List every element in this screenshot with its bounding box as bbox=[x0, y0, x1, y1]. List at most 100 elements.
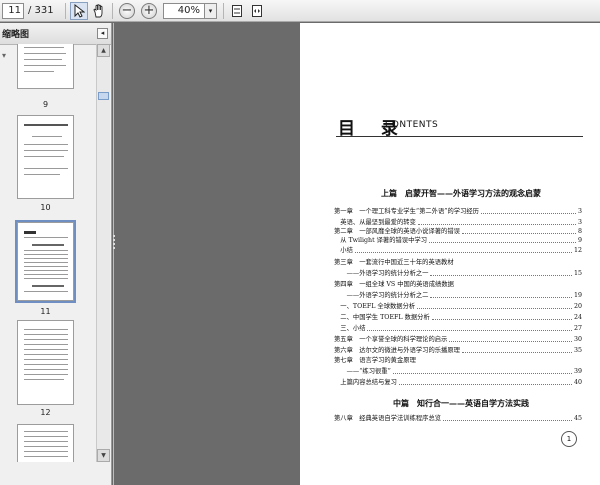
toc-entry-page: 19 bbox=[573, 292, 582, 299]
toc-leader-dots bbox=[430, 269, 572, 276]
toc-entry-text: 第四章 一组全球 VS 中国的英语成绩数据 bbox=[334, 281, 454, 288]
toc-leader-dots bbox=[354, 246, 572, 253]
scroll-down-button[interactable]: ▼ bbox=[97, 449, 110, 462]
hand-tool-button[interactable] bbox=[90, 2, 108, 20]
toc-entry-text: 二、中国学生 TOEFL 数据分析 bbox=[334, 314, 430, 321]
thumbnail-page-9[interactable] bbox=[17, 44, 74, 89]
zoom-out-button[interactable]: − bbox=[119, 2, 135, 19]
document-page: 目 录 CONTENTS 上篇 启蒙开智——外语学习方法的观念启蒙 第一章 一个… bbox=[300, 23, 600, 485]
toc-entry-text: 第六章 达尔文的微进与外语学习的乐播原理 bbox=[334, 347, 460, 354]
panel-splitter[interactable] bbox=[113, 23, 114, 485]
fit-page-button[interactable] bbox=[228, 2, 246, 20]
collapse-panel-button[interactable]: ◂ bbox=[97, 28, 108, 39]
toc-entry: 第五章 一个享誉全球的科学理论的启示 30 bbox=[334, 335, 582, 344]
toc-entry: 第四章 一组全球 VS 中国的英语成绩数据 bbox=[334, 280, 582, 289]
select-tool-button[interactable] bbox=[70, 1, 88, 20]
toc-entry: 三、小结 27 bbox=[334, 324, 582, 333]
toolbar-divider bbox=[223, 2, 224, 19]
panel-header: 缩略图 ◂ bbox=[0, 23, 111, 45]
toc-entry: ——“练习很重” 39 bbox=[334, 367, 582, 376]
toc-leader-dots bbox=[398, 378, 572, 385]
toc-entry-page: 3 bbox=[577, 219, 582, 226]
toc-entry: 小结 12 bbox=[334, 246, 582, 255]
toc-leader-dots bbox=[392, 367, 572, 374]
toc-entry-page: 12 bbox=[573, 247, 582, 254]
toc-entry-text: ——“练习很重” bbox=[334, 368, 391, 375]
panel-title: 缩略图 bbox=[2, 30, 30, 40]
toc-entry-page: 45 bbox=[573, 415, 582, 422]
toc-leader-dots bbox=[417, 218, 576, 225]
toc-leader-dots bbox=[449, 335, 572, 342]
toc-entry-text: 第七章 语言学习的黄金原理 bbox=[334, 357, 416, 364]
toc-entry-page: 30 bbox=[573, 336, 582, 343]
toc-title-en: CONTENTS bbox=[385, 120, 439, 130]
toc-entry-page: 40 bbox=[573, 379, 582, 386]
toc-entry: 二、中国学生 TOEFL 数据分析 24 bbox=[334, 313, 582, 322]
toc-entry: 上篇内容总结与复习 40 bbox=[334, 378, 582, 387]
scrollbar-thumb[interactable] bbox=[98, 92, 109, 100]
hand-icon bbox=[93, 3, 103, 17]
thumbnail-label: 11 bbox=[40, 307, 51, 316]
scroll-up-button[interactable]: ▲ bbox=[97, 44, 110, 57]
thumbnail-scrollbar[interactable]: ▲ ▼ bbox=[96, 44, 110, 462]
toc-entry-text: 英语、从最坚到最爱的转变 bbox=[334, 219, 416, 226]
toc-entry-text: 第一章 一个理工科专业学生“第二外语”的学习经历 bbox=[334, 208, 479, 215]
page-total-label: / 331 bbox=[28, 5, 54, 16]
title-rule bbox=[336, 136, 583, 137]
toc-entry-text: ——外语学习的统计分析之一 bbox=[334, 270, 429, 277]
toc-entry: ——外语学习的统计分析之二 19 bbox=[334, 291, 582, 300]
toc-leader-dots bbox=[461, 346, 572, 353]
toc-entry-text: 第二章 一部风靡全球的英语小说译著的错误 bbox=[334, 228, 460, 235]
toc-entry-page: 9 bbox=[577, 237, 582, 244]
toc-entry-text: 第三章 一套流行中国近三十年的英语教材 bbox=[334, 259, 454, 266]
part-heading: 上篇 启蒙开智——外语学习方法的观念启蒙 bbox=[381, 189, 541, 198]
toolbar-divider bbox=[112, 2, 113, 19]
zoom-dropdown-button[interactable]: ▾ bbox=[205, 2, 217, 19]
toc-entry-page: 3 bbox=[577, 208, 582, 215]
toc-leader-dots bbox=[461, 227, 576, 234]
toc-entry: 一、TOEFL 全球数据分析 20 bbox=[334, 302, 582, 311]
plus-icon: + bbox=[143, 3, 155, 18]
toc-entry: 第七章 语言学习的黄金原理 bbox=[334, 356, 582, 365]
toc-entry-text: 一、TOEFL 全球数据分析 bbox=[334, 303, 416, 310]
toc-entry-page: 24 bbox=[573, 314, 582, 321]
toc-entry: 第三章 一套流行中国近三十年的英语教材 bbox=[334, 258, 582, 267]
toc-entry-page: 8 bbox=[577, 228, 582, 235]
splitter-grip[interactable] bbox=[113, 235, 116, 253]
fit-width-button[interactable] bbox=[248, 2, 266, 20]
toc-entry: 第一章 一个理工科专业学生“第二外语”的学习经历 3 bbox=[334, 207, 582, 216]
thumbnail-page-13[interactable] bbox=[17, 424, 74, 462]
zoom-in-button[interactable]: + bbox=[141, 2, 157, 19]
toc-entry: 第八章 经典英语自学法训练程序总览 45 bbox=[334, 414, 582, 423]
thumbnail-page-11[interactable] bbox=[15, 220, 76, 303]
toc-entry: 英语、从最坚到最爱的转变 3 bbox=[334, 218, 582, 227]
toc-entry: 第六章 达尔文的微进与外语学习的乐播原理 35 bbox=[334, 346, 582, 355]
thumbnail-label: 9 bbox=[42, 100, 49, 109]
thumbnail-page-10[interactable] bbox=[17, 115, 74, 199]
toc-entry-text: 第五章 一个享誉全球的科学理论的启示 bbox=[334, 336, 448, 343]
collapse-icon: ◂ bbox=[100, 29, 105, 37]
toc-entry-text: 从 Twilight 译著的错误中学习 bbox=[334, 237, 427, 244]
toc-entry-page: 39 bbox=[573, 368, 582, 375]
toc-leader-dots bbox=[417, 302, 572, 309]
toc-entry-page: 35 bbox=[573, 347, 582, 354]
toc-entry-text: 三、小结 bbox=[334, 325, 366, 332]
thumbnail-list: 9 10 11 12 bbox=[0, 44, 96, 462]
minus-icon: − bbox=[121, 3, 133, 18]
toc-entry-text: 上篇内容总结与复习 bbox=[334, 379, 397, 386]
toc-entry-page: 20 bbox=[573, 303, 582, 310]
page-number-input[interactable]: 11 bbox=[2, 2, 24, 19]
chevron-down-icon: ▾ bbox=[208, 6, 213, 15]
fit-page-icon bbox=[232, 4, 242, 17]
fit-width-icon bbox=[252, 4, 262, 17]
toc-entry: ——外语学习的统计分析之一 15 bbox=[334, 269, 582, 278]
toolbar: 11 / 331 − + 40% ▾ bbox=[0, 0, 600, 22]
thumbnail-label: 10 bbox=[40, 203, 51, 212]
thumbnail-page-12[interactable] bbox=[17, 320, 74, 405]
thumbnail-label: 12 bbox=[40, 408, 51, 417]
zoom-level-input[interactable]: 40% bbox=[163, 2, 205, 19]
toc-entry-page: 15 bbox=[573, 270, 582, 277]
toc-leader-dots bbox=[431, 313, 572, 320]
toc-entry-text: ——外语学习的统计分析之二 bbox=[334, 292, 429, 299]
toolbar-divider bbox=[65, 2, 66, 19]
